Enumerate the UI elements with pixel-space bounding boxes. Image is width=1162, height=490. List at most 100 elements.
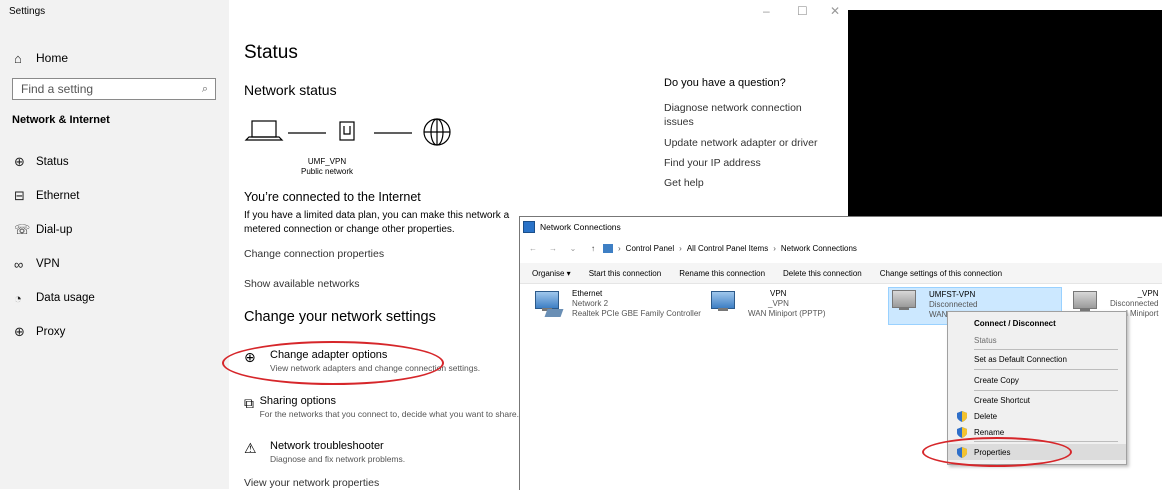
app-title: Settings	[9, 6, 46, 17]
connection-label: UMF_VPN Public network	[287, 157, 367, 177]
network-connections-icon	[523, 221, 535, 233]
proxy-icon: ⊕	[14, 324, 25, 339]
maximize-button[interactable]: ☐	[797, 4, 808, 18]
sidebar-item-label: Status	[36, 156, 69, 168]
dialup-icon: ☏	[14, 222, 31, 237]
control-panel-icon	[603, 243, 613, 253]
globe-icon	[423, 118, 451, 146]
sidebar-item-label: Ethernet	[36, 190, 80, 202]
search-box[interactable]: ⌕	[12, 78, 216, 100]
connection-name: _VPN	[1137, 289, 1159, 298]
network-troubleshooter[interactable]: ⚠ Network troubleshooter Diagnose and fi…	[244, 440, 405, 464]
option-title: Network troubleshooter	[270, 440, 384, 452]
up-arrow-icon[interactable]: ↑	[586, 244, 600, 253]
annotation-ellipse-properties	[922, 437, 1072, 467]
menu-item-create-copy[interactable]: Create Copy	[948, 372, 1126, 388]
organise-button[interactable]: Organise ▾	[532, 269, 571, 278]
plan-text: If you have a limited data plan, you can…	[244, 210, 510, 235]
settings-sidebar: Settings ⌂ Home ⌕ Network & Internet ⊕ S…	[0, 0, 229, 489]
sidebar-item-dialup[interactable]: ☏ Dial-up	[14, 219, 72, 241]
laptop-icon	[244, 120, 284, 141]
home-icon: ⌂	[14, 50, 22, 66]
change-settings-button[interactable]: Change settings of this connection	[880, 269, 1002, 278]
address-bar[interactable]: ← → ⌄ ↑ › Control Panel › All Control Pa…	[520, 239, 1162, 257]
sidebar-item-label: Proxy	[36, 326, 66, 338]
shield-icon	[957, 427, 967, 438]
sidebar-item-proxy[interactable]: ⊕ Proxy	[14, 321, 65, 343]
close-button[interactable]: ✕	[830, 4, 840, 18]
window-title: Network Connections	[540, 222, 621, 232]
network-status-heading: Network status	[244, 82, 337, 98]
view-network-properties-link[interactable]: View your network properties	[244, 477, 379, 489]
help-link-get-help[interactable]: Get help	[664, 176, 704, 190]
vpn-adapter-icon	[708, 289, 742, 319]
connection-name: UMFST-VPN	[929, 290, 976, 299]
sidebar-item-ethernet[interactable]: ⊟ Ethernet	[14, 185, 79, 207]
connection-status: Disconnected	[1110, 299, 1159, 308]
rename-connection-button[interactable]: Rename this connection	[679, 269, 765, 278]
breadcrumb-separator-icon: ›	[679, 243, 682, 253]
sidebar-item-label: Home	[36, 51, 69, 65]
sidebar-item-status[interactable]: ⊕ Status	[14, 151, 69, 173]
connection-status: Disconnected	[929, 300, 978, 309]
connection-name: Ethernet	[572, 289, 603, 298]
connection-status: Network 2	[572, 299, 609, 308]
delete-connection-button[interactable]: Delete this connection	[783, 269, 862, 278]
router-icon	[339, 121, 355, 141]
help-title: Do you have a question?	[664, 77, 786, 89]
sidebar-item-label: Dial-up	[36, 224, 73, 236]
breadcrumb-separator-icon: ›	[618, 243, 621, 253]
breadcrumb-network-connections[interactable]: Network Connections	[781, 244, 857, 253]
window-titlebar: Network Connections	[520, 217, 1162, 237]
breadcrumb-control-panel[interactable]: Control Panel	[626, 244, 674, 253]
forward-arrow-icon[interactable]: →	[546, 244, 560, 253]
connected-title: You’re connected to the Internet	[244, 190, 421, 204]
help-link-update-adapter[interactable]: Update network adapter or driver	[664, 136, 818, 150]
connection-status: _VPN	[768, 299, 789, 308]
status-icon: ⊕	[14, 154, 25, 169]
blank-region	[848, 10, 1162, 228]
sharing-options[interactable]: ⧉ Sharing options For the networks that …	[244, 395, 519, 419]
connection-item-ethernet[interactable]: Ethernet Network 2 Realtek PCIe GBE Fami…	[532, 289, 701, 319]
sharing-icon: ⧉	[244, 395, 254, 411]
option-title: Sharing options	[259, 395, 337, 407]
menu-item-status[interactable]: Status	[948, 332, 1126, 348]
connection-type: Public network	[300, 167, 354, 176]
breadcrumb-all-items[interactable]: All Control Panel Items	[687, 244, 768, 253]
change-connection-properties-link[interactable]: Change connection properties	[244, 248, 384, 260]
help-link-find-ip[interactable]: Find your IP address	[664, 156, 761, 170]
back-arrow-icon[interactable]: ←	[526, 244, 540, 253]
command-toolbar: Organise ▾ Start this connection Rename …	[520, 263, 1162, 284]
breadcrumb-separator-icon: ›	[773, 243, 776, 253]
sidebar-item-vpn[interactable]: ∞ VPN	[14, 253, 60, 275]
menu-item-connect-disconnect[interactable]: Connect / Disconnect	[948, 315, 1126, 331]
search-input[interactable]	[13, 81, 195, 97]
help-link-diagnose[interactable]: Diagnose network connection issues	[664, 101, 824, 129]
change-settings-heading: Change your network settings	[244, 309, 436, 325]
sidebar-item-label: VPN	[36, 258, 60, 270]
shield-icon	[957, 411, 967, 422]
menu-item-set-default[interactable]: Set as Default Connection	[948, 351, 1126, 367]
ethernet-adapter-icon	[532, 289, 566, 319]
vpn-icon: ∞	[14, 256, 24, 272]
option-desc: Diagnose and fix network problems.	[270, 454, 406, 464]
vpn-adapter-icon	[889, 288, 923, 318]
dropdown-chevron-icon[interactable]: ⌄	[566, 244, 580, 253]
show-available-networks-link[interactable]: Show available networks	[244, 278, 360, 290]
sidebar-item-home[interactable]: ⌂ Home	[14, 47, 68, 69]
minimize-button[interactable]: –	[763, 4, 770, 18]
menu-item-delete[interactable]: Delete	[948, 408, 1126, 424]
warning-icon: ⚠	[244, 440, 257, 456]
page-title: Status	[244, 42, 298, 63]
section-title: Network & Internet	[12, 114, 110, 126]
sidebar-item-label: Data usage	[36, 292, 95, 304]
data-usage-icon: ◔	[14, 290, 22, 306]
annotation-ellipse-adapter	[222, 341, 444, 385]
start-connection-button[interactable]: Start this connection	[589, 269, 661, 278]
sidebar-item-data-usage[interactable]: ◔ Data usage	[14, 287, 95, 309]
ethernet-icon: ⊟	[14, 188, 25, 203]
connection-device: WAN Miniport (PPTP)	[748, 309, 826, 318]
search-icon[interactable]: ⌕	[195, 83, 215, 96]
connection-item-vpn[interactable]: VPN _VPN WAN Miniport (PPTP)	[708, 289, 826, 319]
menu-item-create-shortcut[interactable]: Create Shortcut	[948, 392, 1126, 408]
